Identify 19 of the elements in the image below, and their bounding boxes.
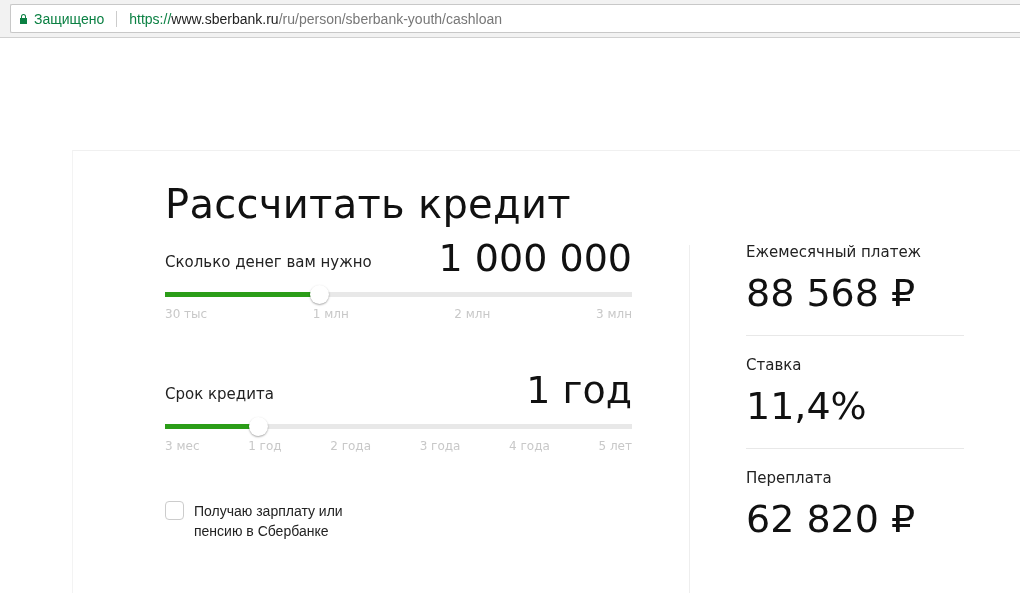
url-text: https://www.sberbank.ru/ru/person/sberbank-youth/cashloan [129,10,503,27]
lock-icon [19,13,28,24]
result-value: 62 820 ₽ [746,498,917,541]
result-label: Ставка [746,355,803,374]
checkbox[interactable] [165,501,184,520]
checkbox-label: Получаю зарплату или пенсию в Сбербанке [194,502,344,541]
slider-thumb[interactable] [249,417,269,436]
result-label: Ежемесячный платеж [746,243,923,261]
secure-label: Защищено [34,10,105,27]
slider-thumb[interactable] [310,285,330,304]
slider-label: Сколько денег вам нужно [165,253,372,271]
slider-value: 1 000 000 [438,239,632,277]
slider-label: Срок кредита [165,385,274,403]
result-value: 11,4% [746,385,868,428]
result-value: 88 568 ₽ [746,273,917,315]
slider-value: 1 год [526,371,632,409]
calculator-title: Рассчитать кредит [165,181,572,227]
address-bar[interactable]: Защищено https://www.sberbank.ru/ru/person/sberbank-youth/cashloan [10,4,1020,33]
result-label: Переплата [746,468,833,487]
